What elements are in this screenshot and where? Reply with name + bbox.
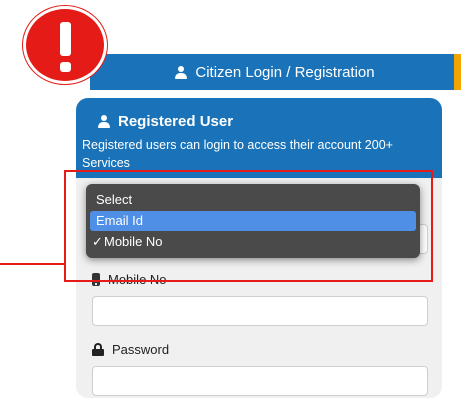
card-title-text: Registered User [118, 113, 234, 130]
header-bar: Citizen Login / Registration [90, 54, 460, 90]
mobile-input[interactable] [92, 296, 428, 326]
card-title: Registered User [98, 113, 233, 130]
card-header: Registered User Registered users can log… [76, 98, 442, 178]
user-icon [175, 65, 188, 79]
exclamation-icon [23, 6, 107, 84]
user-icon [98, 115, 110, 128]
header-accent [454, 54, 461, 90]
lock-icon [92, 343, 104, 356]
password-input[interactable] [92, 366, 428, 396]
card-description: Registered users can login to access the… [82, 138, 393, 170]
annotation-line [0, 263, 64, 265]
header-title: Citizen Login / Registration [195, 63, 375, 81]
password-label-text: Password [112, 342, 170, 357]
annotation-box [64, 170, 433, 282]
password-label: Password [92, 342, 169, 357]
